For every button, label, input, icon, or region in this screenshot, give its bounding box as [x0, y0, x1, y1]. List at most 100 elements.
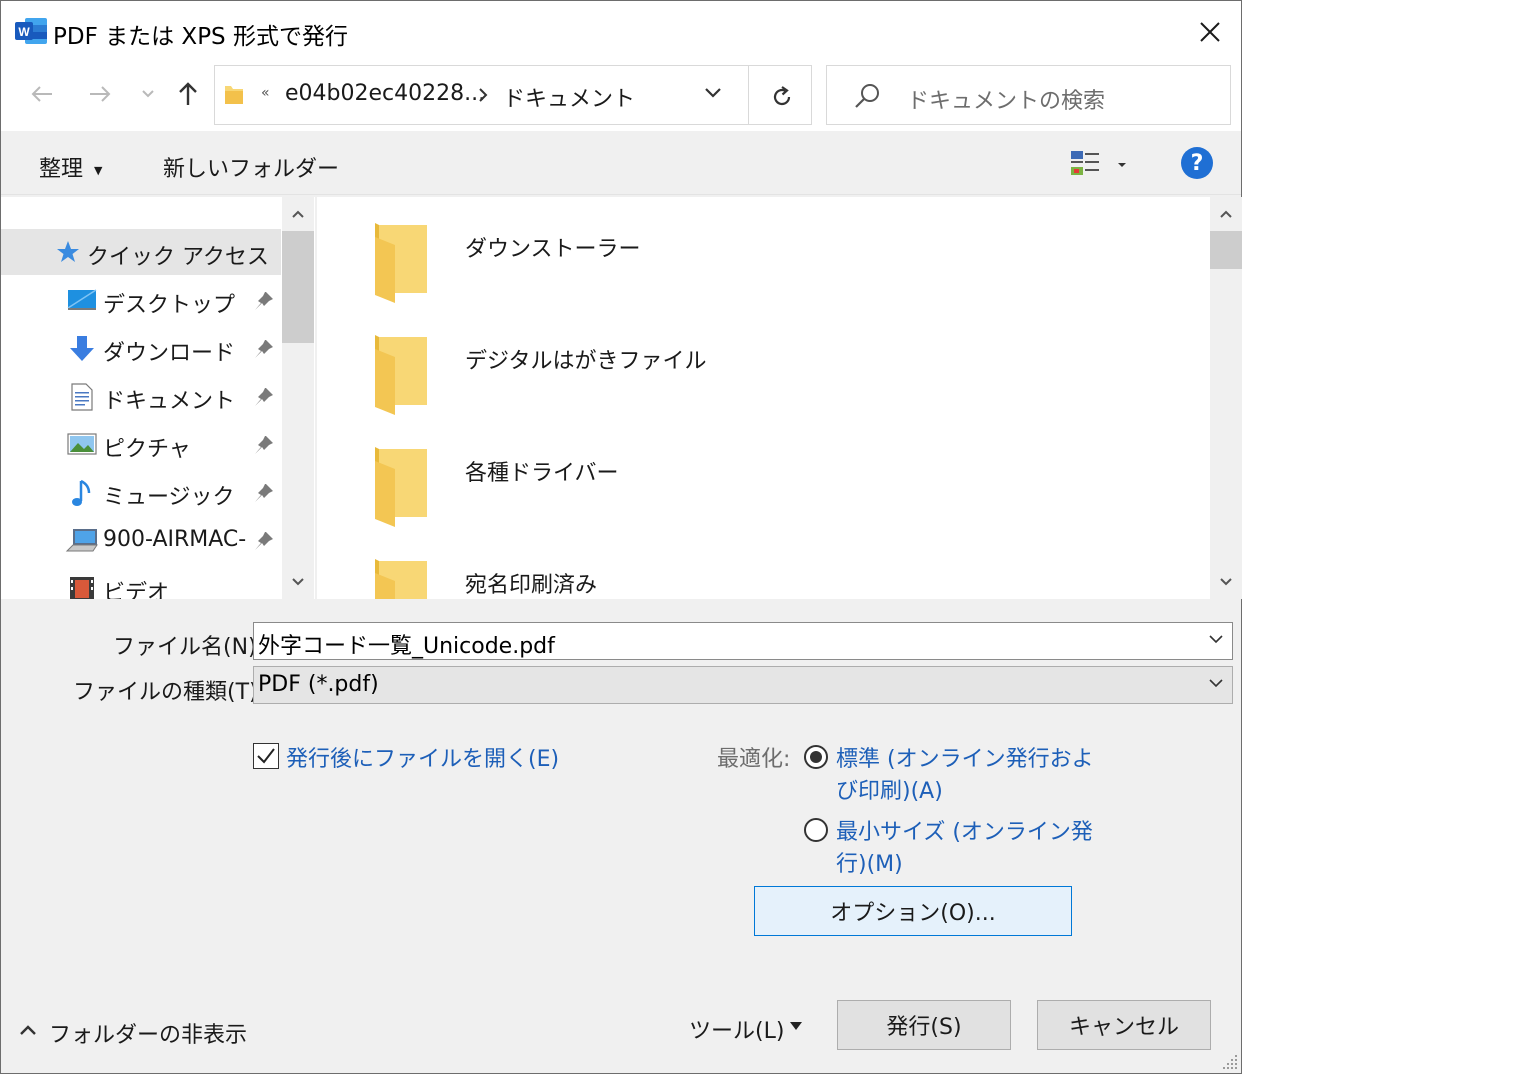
- file-item-folder[interactable]: 宛名印刷済み: [369, 533, 1069, 599]
- address-divider: [748, 66, 749, 124]
- nav-item-desktop[interactable]: デスクトップ: [1, 277, 281, 323]
- pin-icon[interactable]: [253, 530, 275, 552]
- forward-button[interactable]: [83, 77, 117, 111]
- help-icon[interactable]: ?: [1181, 147, 1213, 179]
- resize-grip-icon[interactable]: [1221, 1053, 1239, 1071]
- checkmark-icon: [257, 748, 275, 764]
- command-toolbar: 整理 ▼ 新しいフォルダー ?: [1, 131, 1241, 195]
- file-item-label: 各種ドライバー: [465, 461, 619, 486]
- folder-icon: [375, 559, 427, 599]
- filetype-label: ファイルの種類(T):: [73, 680, 266, 705]
- back-button[interactable]: [25, 77, 59, 111]
- view-options-button[interactable]: [1069, 149, 1129, 183]
- pin-icon[interactable]: [253, 386, 275, 408]
- nav-pane-scrollbar[interactable]: [282, 197, 314, 599]
- download-icon: [70, 336, 94, 361]
- file-item-folder[interactable]: 各種ドライバー: [369, 421, 1069, 533]
- refresh-button[interactable]: [765, 80, 799, 114]
- svg-text:W: W: [18, 25, 30, 39]
- chevron-right-icon[interactable]: [477, 86, 489, 104]
- optimize-minimum-label-2[interactable]: 行)(M): [836, 846, 903, 878]
- caret-down-icon: [790, 1022, 802, 1030]
- optimize-standard-label-2[interactable]: び印刷)(A): [836, 773, 943, 805]
- star-icon: [57, 241, 79, 262]
- new-folder-button[interactable]: 新しいフォルダー: [163, 151, 339, 183]
- file-list: ダウンストーラー デジタルはがきファイル 各種ドライバー 宛名印刷済み: [317, 197, 1243, 599]
- nav-item-label: デスクトップ: [103, 293, 236, 318]
- document-icon: [71, 383, 93, 411]
- nav-item-pictures[interactable]: ピクチャ: [1, 421, 281, 467]
- pin-icon[interactable]: [253, 290, 275, 312]
- nav-item-label: クイック アクセス: [87, 245, 269, 270]
- chevron-down-icon[interactable]: [1208, 677, 1224, 689]
- optimize-standard-label[interactable]: 標準 (オンライン発行およ: [836, 741, 1094, 773]
- nav-item-documents[interactable]: ドキュメント: [1, 373, 281, 419]
- close-icon: [1200, 22, 1220, 42]
- tools-label: ツール(L): [689, 1019, 785, 1044]
- chevron-up-icon[interactable]: [1219, 209, 1233, 219]
- nav-item-quick-access[interactable]: クイック アクセス: [1, 229, 281, 275]
- nav-item-music[interactable]: ミュージック: [1, 469, 281, 515]
- cancel-button[interactable]: キャンセル: [1037, 1000, 1211, 1050]
- music-icon: [72, 479, 91, 506]
- caret-down-icon: ▼: [94, 163, 103, 177]
- filetype-select[interactable]: PDF (*.pdf): [253, 666, 1233, 704]
- tools-menu-button[interactable]: ツール(L): [689, 1011, 807, 1045]
- navigation-pane: クイック アクセス デスクトップ ダウンロード ドキュメント ピクチャ ミュージ…: [1, 197, 315, 599]
- window-title: PDF または XPS 形式で発行: [53, 24, 348, 50]
- radio-dot: [810, 751, 822, 763]
- address-segment-user[interactable]: e04b02ec40228...: [285, 81, 485, 106]
- arrow-left-icon: [31, 86, 52, 102]
- open-after-checkbox[interactable]: [253, 743, 279, 769]
- nav-item-network-computer[interactable]: 900-AIRMAC-: [1, 517, 281, 563]
- open-after-label[interactable]: 発行後にファイルを開く(E): [286, 741, 559, 773]
- arrow-right-icon: [90, 86, 111, 102]
- nav-item-label: ドキュメント: [103, 389, 236, 414]
- chevron-up-icon[interactable]: [291, 209, 305, 219]
- folder-icon: [375, 447, 427, 527]
- file-item-folder[interactable]: デジタルはがきファイル: [369, 309, 1069, 421]
- recent-locations-button[interactable]: [131, 77, 165, 111]
- view-details-icon: [1071, 151, 1126, 175]
- title-bar: W PDF または XPS 形式で発行: [1, 1, 1241, 63]
- chevron-down-icon[interactable]: [1208, 633, 1224, 645]
- close-button[interactable]: [1181, 9, 1239, 55]
- chevron-down-icon[interactable]: [1219, 577, 1233, 587]
- file-item-label: デジタルはがきファイル: [465, 349, 707, 374]
- organize-label: 整理: [39, 157, 84, 182]
- search-input[interactable]: ドキュメントの検索: [907, 83, 1105, 115]
- optimize-standard-radio[interactable]: [804, 745, 828, 769]
- nav-item-label: 900-AIRMAC-: [103, 527, 247, 552]
- chevron-down-icon[interactable]: [291, 577, 305, 587]
- pin-icon[interactable]: [253, 482, 275, 504]
- video-icon: [70, 577, 94, 599]
- optimize-minimum-label[interactable]: 最小サイズ (オンライン発: [836, 814, 1093, 846]
- chevron-down-icon: [142, 90, 154, 98]
- address-segment-documents[interactable]: ドキュメント: [503, 81, 635, 113]
- scrollbar-thumb[interactable]: [1210, 231, 1242, 269]
- optimize-minimum-radio[interactable]: [804, 818, 828, 842]
- filename-value[interactable]: 外字コード一覧_Unicode.pdf: [258, 628, 555, 660]
- options-button[interactable]: オプション(O)...: [754, 886, 1072, 936]
- up-button[interactable]: [171, 77, 205, 111]
- file-list-scrollbar[interactable]: [1210, 197, 1242, 599]
- hide-folders-label: フォルダーの非表示: [49, 1023, 248, 1048]
- organize-button[interactable]: 整理 ▼: [39, 151, 102, 183]
- chevron-down-icon[interactable]: [703, 86, 723, 100]
- pin-icon[interactable]: [253, 434, 275, 456]
- filename-label: ファイル名(N):: [113, 635, 265, 660]
- filename-field[interactable]: 外字コード一覧_Unicode.pdf: [253, 622, 1233, 660]
- scrollbar-thumb[interactable]: [282, 231, 314, 343]
- nav-item-downloads[interactable]: ダウンロード: [1, 325, 281, 371]
- file-item-folder[interactable]: ダウンストーラー: [369, 197, 1069, 309]
- search-box[interactable]: ドキュメントの検索: [826, 65, 1231, 125]
- folder-icon: [375, 223, 427, 303]
- publish-button[interactable]: 発行(S): [837, 1000, 1011, 1050]
- arrow-up-icon: [179, 82, 197, 105]
- computer-icon: [65, 529, 98, 552]
- address-bar[interactable]: « e04b02ec40228... ドキュメント: [214, 65, 812, 125]
- desktop-icon: [67, 289, 97, 310]
- pin-icon[interactable]: [253, 338, 275, 360]
- overflow-chevron[interactable]: «: [261, 85, 270, 101]
- nav-item-videos[interactable]: ビデオ: [1, 565, 281, 599]
